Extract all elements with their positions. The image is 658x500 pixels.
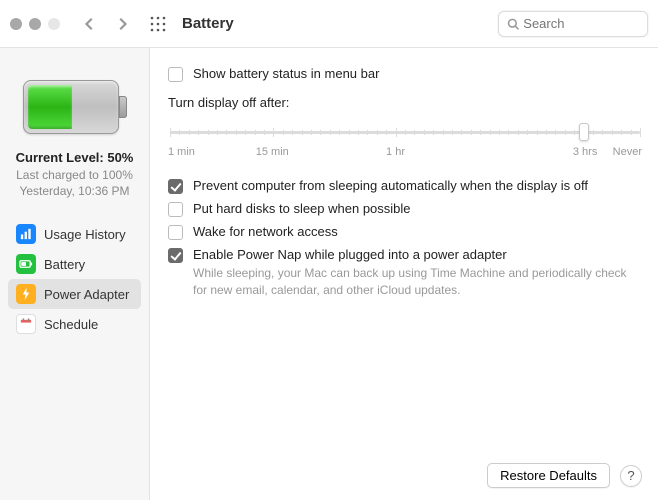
power-adapter-icon: [16, 284, 36, 304]
sidebar-item-power-adapter[interactable]: Power Adapter: [8, 279, 141, 309]
window-controls: [10, 18, 60, 30]
sidebar-item-schedule[interactable]: Schedule: [8, 309, 141, 339]
show-status-label: Show battery status in menu bar: [193, 66, 379, 83]
option-label: Enable Power Nap while plugged into a po…: [193, 247, 642, 264]
close-window-button[interactable]: [10, 18, 22, 30]
display-off-label: Turn display off after:: [168, 95, 642, 110]
forward-button[interactable]: [110, 12, 134, 36]
sidebar-item-label: Schedule: [44, 317, 98, 332]
minimize-window-button[interactable]: [29, 18, 41, 30]
option-row: Wake for network access: [168, 224, 642, 241]
sidebar-item-battery[interactable]: Battery: [8, 249, 141, 279]
show-status-checkbox[interactable]: [168, 67, 183, 82]
slider-thumb[interactable]: [579, 123, 589, 141]
option-description: While sleeping, your Mac can back up usi…: [193, 265, 642, 297]
usage-history-icon: [16, 224, 36, 244]
option-row: Put hard disks to sleep when possible: [168, 201, 642, 218]
battery-illustration: [23, 80, 127, 134]
slider-tick-label: 15 min: [256, 146, 289, 158]
battery-icon: [16, 254, 36, 274]
slider-tick-label: Never: [613, 146, 642, 158]
search-icon: [507, 17, 519, 31]
fullscreen-window-button[interactable]: [48, 18, 60, 30]
last-charged-time: Yesterday, 10:36 PM: [19, 183, 129, 199]
option-checkbox-2[interactable]: [168, 225, 183, 240]
sidebar: Current Level: 50% Last charged to 100% …: [0, 48, 150, 500]
last-charged-label: Last charged to 100%: [16, 167, 133, 183]
option-label: Put hard disks to sleep when possible: [193, 201, 411, 218]
slider-tick-label: 1 min: [168, 146, 195, 158]
show-all-prefs-button[interactable]: [146, 12, 170, 36]
option-label: Wake for network access: [193, 224, 338, 241]
restore-defaults-button[interactable]: Restore Defaults: [487, 463, 610, 488]
schedule-icon: [16, 314, 36, 334]
help-button[interactable]: ?: [620, 465, 642, 487]
option-label: Prevent computer from sleeping automatic…: [193, 178, 588, 195]
slider-tick-label: 3 hrs: [573, 146, 597, 158]
option-row: Enable Power Nap while plugged into a po…: [168, 247, 642, 298]
toolbar: Battery: [0, 0, 658, 48]
search-field[interactable]: [498, 11, 648, 37]
sidebar-item-label: Battery: [44, 257, 85, 272]
option-row: Prevent computer from sleeping automatic…: [168, 178, 642, 195]
page-title: Battery: [182, 15, 490, 32]
option-checkbox-1[interactable]: [168, 202, 183, 217]
display-off-slider[interactable]: 1 min 15 min 1 hr 3 hrs Never: [168, 120, 642, 160]
content-pane: Show battery status in menu bar Turn dis…: [150, 48, 658, 500]
slider-tick-label: 1 hr: [386, 146, 405, 158]
option-checkbox-3[interactable]: [168, 248, 183, 263]
sidebar-item-usage-history[interactable]: Usage History: [8, 219, 141, 249]
sidebar-item-label: Usage History: [44, 227, 126, 242]
sidebar-item-label: Power Adapter: [44, 287, 129, 302]
option-checkbox-0[interactable]: [168, 179, 183, 194]
search-input[interactable]: [523, 16, 639, 31]
current-level-label: Current Level: 50%: [16, 150, 134, 165]
back-button[interactable]: [78, 12, 102, 36]
